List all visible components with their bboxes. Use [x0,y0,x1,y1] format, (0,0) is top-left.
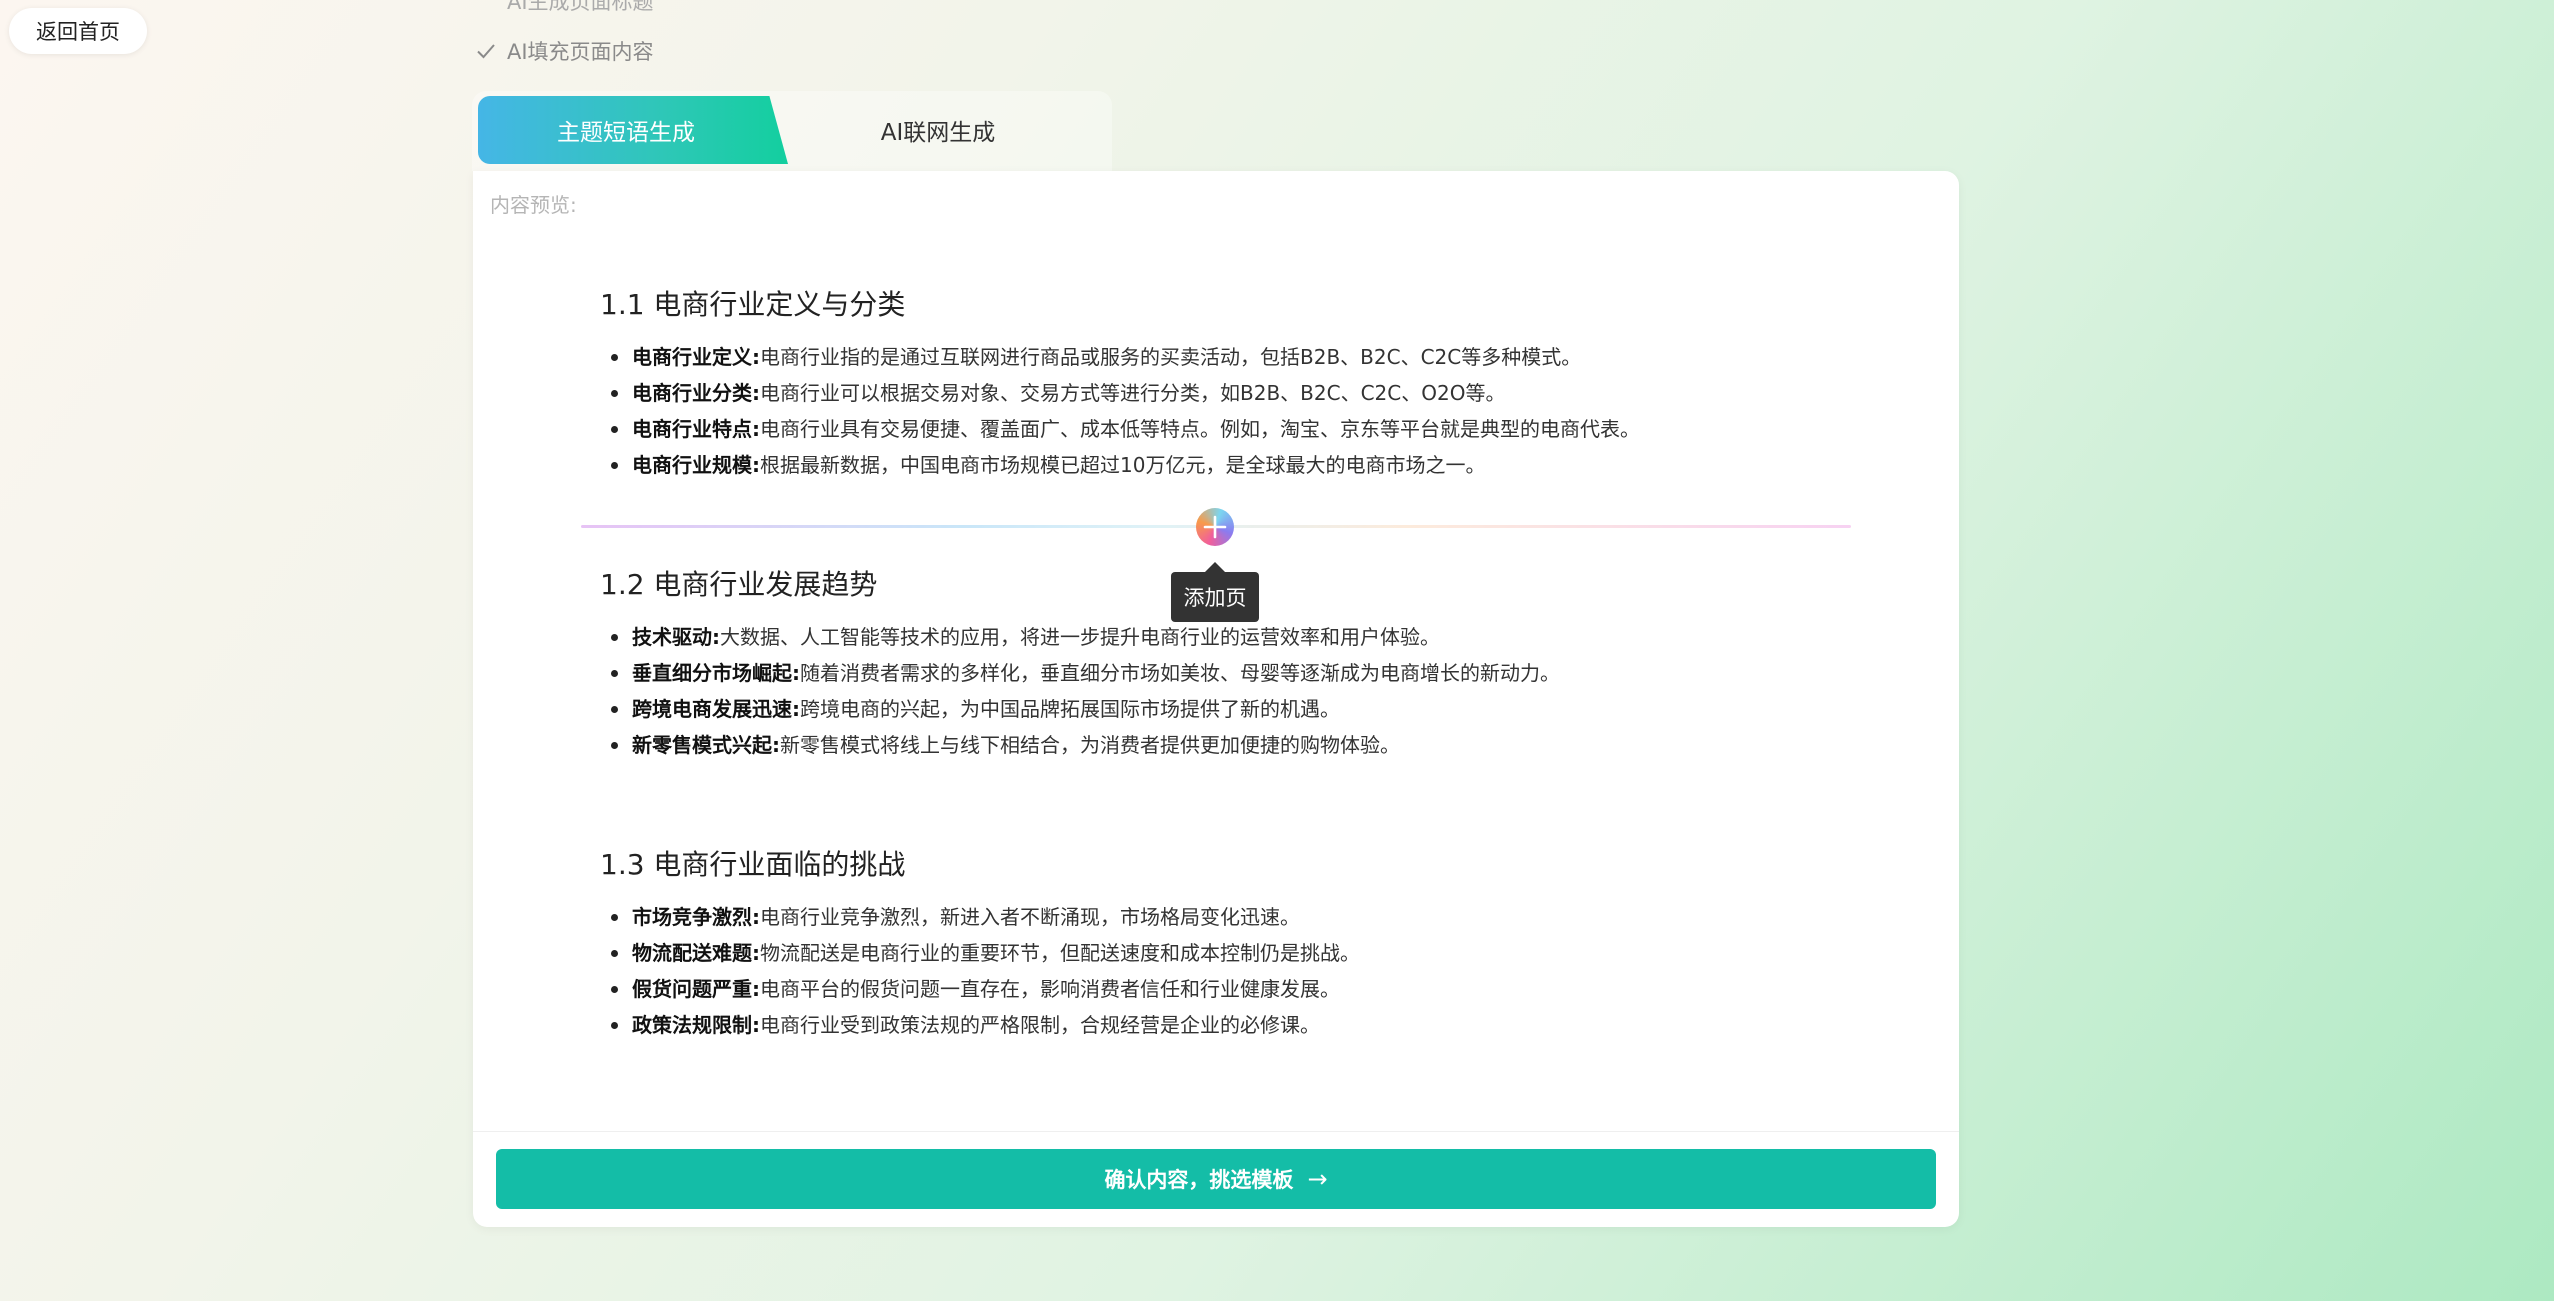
item-text: 电商平台的假货问题一直存在，影响消费者信任和行业健康发展。 [760,977,1340,1001]
section-list: 技术驱动:大数据、人工智能等技术的应用，将进一步提升电商行业的运营效率和用户体验… [600,619,1560,763]
item-text: 电商行业竞争激烈，新进入者不断涌现，市场格局变化迅速。 [760,905,1300,929]
section-list: 市场竞争激烈:电商行业竞争激烈，新进入者不断涌现，市场格局变化迅速。 物流配送难… [600,899,1360,1043]
item-term: 新零售模式兴起: [632,733,780,757]
item-term: 物流配送难题: [632,941,760,965]
plus-icon [1196,508,1234,546]
item-term: 政策法规限制: [632,1013,760,1037]
list-item: 垂直细分市场崛起:随着消费者需求的多样化，垂直细分市场如美妆、母婴等逐渐成为电商… [611,655,1560,691]
list-item: 假货问题严重:电商平台的假货问题一直存在，影响消费者信任和行业健康发展。 [611,971,1360,1007]
item-term: 电商行业规模: [632,453,760,477]
item-term: 电商行业定义: [632,345,760,369]
item-term: 技术驱动: [632,625,720,649]
tab-ai-web[interactable]: AI联网生成 [800,96,1076,164]
footer-divider [473,1131,1959,1132]
section-title: 1.2 电商行业发展趋势 [600,568,878,601]
section-1: 1.1 电商行业定义与分类 电商行业定义:电商行业指的是通过互联网进行商品或服务… [600,285,1640,483]
item-term: 假货问题严重: [632,977,760,1001]
back-home-button[interactable]: 返回首页 [9,8,147,54]
step-completed-label: AI填充页面内容 [507,40,654,64]
step-previous-label: AI生成页面标题 [507,0,654,14]
list-item: 物流配送难题:物流配送是电商行业的重要环节，但配送速度和成本控制仍是挑战。 [611,935,1360,971]
preview-label: 内容预览: [490,193,577,217]
list-item: 电商行业规模:根据最新数据，中国电商市场规模已超过10万亿元，是全球最大的电商市… [611,447,1640,483]
confirm-content-button[interactable]: 确认内容，挑选模板 → [496,1149,1936,1209]
item-text: 电商行业可以根据交易对象、交易方式等进行分类，如B2B、B2C、C2C、O2O等… [760,381,1506,405]
section-list: 电商行业定义:电商行业指的是通过互联网进行商品或服务的买卖活动，包括B2B、B2… [600,339,1640,483]
item-term: 电商行业特点: [632,417,760,441]
list-item: 跨境电商发展迅速:跨境电商的兴起，为中国品牌拓展国际市场提供了新的机遇。 [611,691,1560,727]
item-text: 电商行业受到政策法规的严格限制，合规经营是企业的必修课。 [760,1013,1320,1037]
list-item: 电商行业特点:电商行业具有交易便捷、覆盖面广、成本低等特点。例如，淘宝、京东等平… [611,411,1640,447]
item-text: 随着消费者需求的多样化，垂直细分市场如美妆、母婴等逐渐成为电商增长的新动力。 [800,661,1560,685]
content-preview-card: 内容预览: 1.1 电商行业定义与分类 电商行业定义:电商行业指的是通过互联网进… [473,171,1959,1227]
item-text: 大数据、人工智能等技术的应用，将进一步提升电商行业的运营效率和用户体验。 [720,625,1440,649]
item-text: 新零售模式将线上与线下相结合，为消费者提供更加便捷的购物体验。 [780,733,1400,757]
tab-topic-phrase[interactable]: 主题短语生成 [478,96,788,164]
add-page-button[interactable] [1196,508,1234,546]
section-title: 1.1 电商行业定义与分类 [600,288,906,321]
section-2: 1.2 电商行业发展趋势 技术驱动:大数据、人工智能等技术的应用，将进一步提升电… [600,565,1560,763]
step-completed: AI填充页面内容 [475,36,654,66]
list-item: 技术驱动:大数据、人工智能等技术的应用，将进一步提升电商行业的运营效率和用户体验… [611,619,1560,655]
list-item: 新零售模式兴起:新零售模式将线上与线下相结合，为消费者提供更加便捷的购物体验。 [611,727,1560,763]
list-item: 电商行业定义:电商行业指的是通过互联网进行商品或服务的买卖活动，包括B2B、B2… [611,339,1640,375]
list-item: 电商行业分类:电商行业可以根据交易对象、交易方式等进行分类，如B2B、B2C、C… [611,375,1640,411]
section-3: 1.3 电商行业面临的挑战 市场竞争激烈:电商行业竞争激烈，新进入者不断涌现，市… [600,845,1360,1043]
item-text: 根据最新数据，中国电商市场规模已超过10万亿元，是全球最大的电商市场之一。 [760,453,1486,477]
item-term: 垂直细分市场崛起: [632,661,800,685]
list-item: 市场竞争激烈:电商行业竞争激烈，新进入者不断涌现，市场格局变化迅速。 [611,899,1360,935]
confirm-button-label: 确认内容，挑选模板 [1104,1168,1294,1192]
item-term: 跨境电商发展迅速: [632,697,800,721]
item-term: 电商行业分类: [632,381,760,405]
section-title: 1.3 电商行业面临的挑战 [600,848,906,881]
check-icon [475,40,497,62]
item-term: 市场竞争激烈: [632,905,760,929]
item-text: 跨境电商的兴起，为中国品牌拓展国际市场提供了新的机遇。 [800,697,1340,721]
item-text: 物流配送是电商行业的重要环节，但配送速度和成本控制仍是挑战。 [760,941,1360,965]
arrow-right-icon: → [1307,1165,1328,1193]
item-text: 电商行业具有交易便捷、覆盖面广、成本低等特点。例如，淘宝、京东等平台就是典型的电… [760,417,1640,441]
list-item: 政策法规限制:电商行业受到政策法规的严格限制，合规经营是企业的必修课。 [611,1007,1360,1043]
item-text: 电商行业指的是通过互联网进行商品或服务的买卖活动，包括B2B、B2C、C2C等多… [760,345,1582,369]
